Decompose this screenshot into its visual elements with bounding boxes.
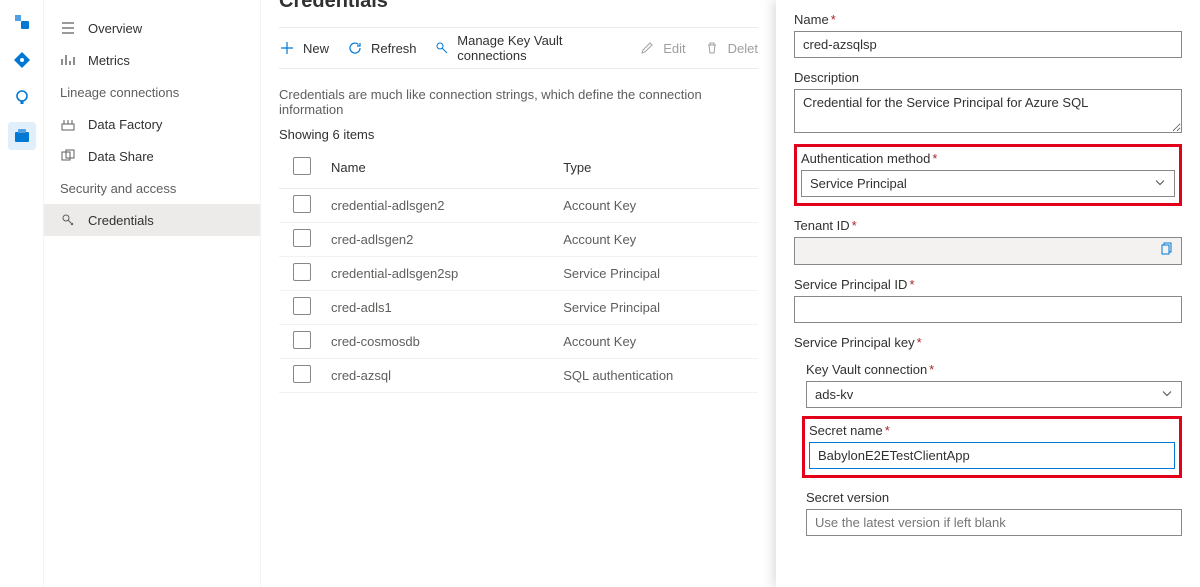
table-row[interactable]: cred-azsqlSQL authentication [279,358,758,392]
new-button[interactable]: New [279,40,329,56]
factory-icon [60,116,76,132]
cell-type: Service Principal [555,290,758,324]
nav-datashare[interactable]: Data Share [44,140,260,172]
cell-name: cred-adlsgen2 [323,222,555,256]
share-icon [60,148,76,164]
description-input[interactable] [794,89,1182,133]
copy-icon[interactable] [1159,242,1175,258]
kv-connection-label: Key Vault connection* [806,362,1182,377]
delete-button: Delet [704,40,758,56]
nav-overview[interactable]: Overview [44,12,260,44]
edit-button: Edit [639,40,685,56]
cell-name: cred-azsql [323,358,555,392]
row-checkbox[interactable] [293,195,311,213]
page-title: Credentials [279,0,758,13]
insights-icon[interactable] [8,84,36,112]
sources-icon[interactable] [8,8,36,36]
sp-id-input[interactable] [794,296,1182,323]
nav-credentials[interactable]: Credentials [44,204,260,236]
credentials-table: Name Type credential-adlsgen2Account Key… [279,148,758,393]
manage-kv-button[interactable]: Manage Key Vault connections [435,33,622,63]
table-row[interactable]: credential-adlsgen2Account Key [279,188,758,222]
auth-method-select[interactable]: Service Principal [801,170,1175,197]
auth-method-highlight: Authentication method* Service Principal [794,144,1182,206]
cell-name: credential-adlsgen2sp [323,256,555,290]
secret-version-input[interactable] [806,509,1182,536]
row-checkbox[interactable] [293,229,311,247]
chevron-down-icon [1161,387,1173,402]
table-row[interactable]: cred-adlsgen2Account Key [279,222,758,256]
nav-metrics[interactable]: Metrics [44,44,260,76]
nav-label: Metrics [88,53,130,68]
table-row[interactable]: cred-cosmosdbAccount Key [279,324,758,358]
cell-type: SQL authentication [555,358,758,392]
auth-method-label: Authentication method* [801,151,1175,166]
left-rail [0,0,44,587]
secret-name-label: Secret name* [809,423,1175,438]
tenant-id-label: Tenant ID* [794,218,1182,233]
nav-label: Data Share [88,149,154,164]
trash-icon [704,40,720,56]
secret-name-input[interactable] [809,442,1175,469]
name-label: Name* [794,12,1182,27]
nav-label: Credentials [88,213,154,228]
list-icon [60,20,76,36]
table-row[interactable]: credential-adlsgen2spService Principal [279,256,758,290]
metrics-icon [60,52,76,68]
nav-datafactory[interactable]: Data Factory [44,108,260,140]
edit-icon [639,40,655,56]
side-nav: Overview Metrics Lineage connections Dat… [44,0,260,587]
secret-version-label: Secret version [806,490,1182,505]
sp-id-label: Service Principal ID* [794,277,1182,292]
nav-section-security: Security and access [44,172,260,204]
row-checkbox[interactable] [293,263,311,281]
plus-icon [279,40,295,56]
sp-key-label: Service Principal key* [794,335,1182,350]
new-credential-panel: Name* Description Authentication method*… [776,0,1200,587]
toolbar: New Refresh Manage Key Vault connections… [279,27,758,69]
refresh-button[interactable]: Refresh [347,40,417,56]
cell-type: Account Key [555,324,758,358]
main-content: Credentials New Refresh Manage Key Vault… [260,0,776,587]
secret-name-highlight: Secret name* [802,416,1182,478]
map-icon[interactable] [8,46,36,74]
cell-name: cred-cosmosdb [323,324,555,358]
col-name[interactable]: Name [323,148,555,188]
nav-label: Data Factory [88,117,162,132]
refresh-icon [347,40,363,56]
credentials-icon [60,212,76,228]
cell-type: Account Key [555,222,758,256]
select-all-checkbox[interactable] [293,157,311,175]
cell-name: cred-adls1 [323,290,555,324]
name-input[interactable] [794,31,1182,58]
table-row[interactable]: cred-adls1Service Principal [279,290,758,324]
management-icon[interactable] [8,122,36,150]
cell-type: Service Principal [555,256,758,290]
nav-label: Overview [88,21,142,36]
description-label: Description [794,70,1182,85]
chevron-down-icon [1154,176,1166,191]
row-checkbox[interactable] [293,331,311,349]
tenant-id-input [794,237,1182,265]
row-checkbox[interactable] [293,365,311,383]
col-type[interactable]: Type [555,148,758,188]
cell-name: credential-adlsgen2 [323,188,555,222]
cell-type: Account Key [555,188,758,222]
key-vault-icon [435,40,450,56]
kv-connection-select[interactable]: ads-kv [806,381,1182,408]
page-description: Credentials are much like connection str… [279,69,758,127]
nav-section-lineage: Lineage connections [44,76,260,108]
row-checkbox[interactable] [293,297,311,315]
showing-count: Showing 6 items [279,127,758,148]
